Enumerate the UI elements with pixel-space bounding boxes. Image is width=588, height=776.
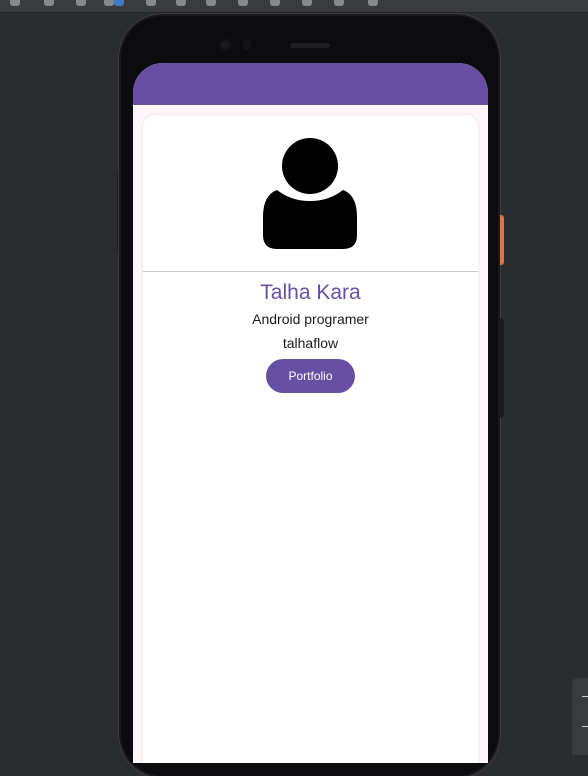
- toolbar-icon[interactable]: [104, 0, 114, 6]
- power-button[interactable]: [500, 215, 504, 265]
- toolbar-icon[interactable]: [176, 0, 186, 6]
- toolbar-icon[interactable]: [270, 0, 280, 6]
- profile-card: Talha Kara Android programer talhaflow P…: [143, 115, 478, 763]
- toolbar-icon[interactable]: [146, 0, 156, 6]
- portfolio-button[interactable]: Portfolio: [266, 359, 355, 393]
- camera-icon: [218, 38, 232, 52]
- zoom-out-icon[interactable]: [582, 726, 588, 727]
- sensor-icon: [243, 40, 251, 50]
- toolbar-icon[interactable]: [302, 0, 312, 6]
- ide-toolbar: [0, 0, 588, 13]
- toolbar-icon[interactable]: [76, 0, 86, 6]
- toolbar-icon[interactable]: [10, 0, 20, 6]
- zoom-in-icon[interactable]: [582, 696, 588, 697]
- person-icon: [263, 138, 357, 249]
- zoom-controls[interactable]: [572, 678, 588, 755]
- volume-button[interactable]: [500, 318, 504, 418]
- toolbar-icon[interactable]: [334, 0, 344, 6]
- app-bar: [133, 63, 488, 105]
- speaker-grille: [290, 43, 330, 48]
- profile-name: Talha Kara: [260, 281, 361, 304]
- profile-role: Android programer: [252, 311, 369, 327]
- phone-screen: Talha Kara Android programer talhaflow P…: [133, 63, 488, 763]
- toolbar-icon[interactable]: [238, 0, 248, 6]
- toolbar-icon[interactable]: [44, 0, 54, 6]
- toolbar-icon[interactable]: [114, 0, 124, 6]
- profile-handle: talhaflow: [282, 335, 339, 351]
- toolbar-icon[interactable]: [206, 0, 216, 6]
- divider: [143, 271, 478, 272]
- toolbar-icon[interactable]: [368, 0, 378, 6]
